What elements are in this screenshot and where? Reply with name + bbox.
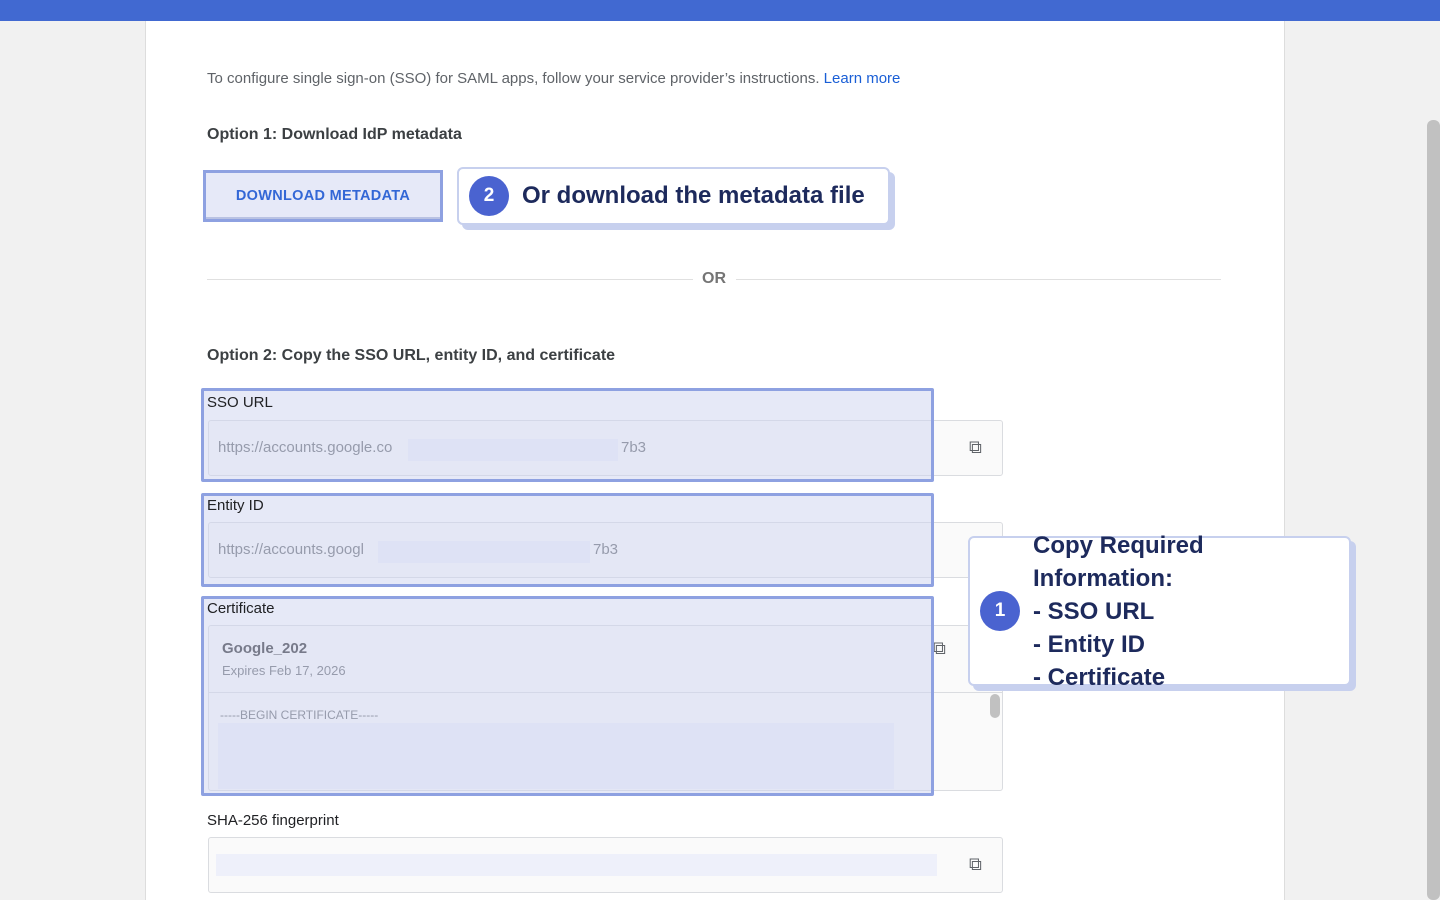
highlight-sso-url [201,388,934,482]
callout-item: - Certificate [1033,661,1349,694]
certificate-scrollbar[interactable] [990,694,1000,718]
option2-title: Option 2: Copy the SSO URL, entity ID, a… [207,347,615,365]
top-bar [0,0,1440,21]
sso-url-label: SSO URL [207,394,273,411]
download-metadata-button[interactable]: DOWNLOAD METADATA [203,170,443,222]
option1-title: Option 1: Download IdP metadata [207,126,462,144]
copy-icon[interactable]: ⧉ [933,638,946,659]
callout-item: - Entity ID [1033,628,1349,661]
copy-icon[interactable]: ⧉ [969,854,982,875]
callout-download: 2 Or download the metadata file [457,167,890,225]
callout-download-text: Or download the metadata file [522,182,865,210]
entity-id-label: Entity ID [207,497,264,514]
intro-text: To configure single sign-on (SSO) for SA… [207,70,900,87]
copy-icon[interactable]: ⧉ [969,437,982,458]
redacted [216,854,937,876]
page-scrollbar[interactable] [1427,120,1440,900]
step-2-badge: 2 [469,176,509,216]
learn-more-link[interactable]: Learn more [824,70,901,87]
callout-item: - SSO URL [1033,595,1349,628]
divider-left [207,279,693,280]
callout-copy-info: 1 Copy Required Information: - SSO URL -… [968,536,1351,686]
step-1-badge: 1 [980,591,1020,631]
certificate-label: Certificate [207,600,275,617]
fingerprint-label: SHA-256 fingerprint [207,812,339,829]
or-divider: OR [702,270,726,288]
highlight-entity-id [201,493,934,587]
divider-right [736,279,1221,280]
highlight-certificate [201,596,934,796]
callout-title: Copy Required Information: [1033,529,1349,595]
intro-label: To configure single sign-on (SSO) for SA… [207,70,820,87]
callout-copy-text: Copy Required Information: - SSO URL - E… [1033,529,1349,694]
